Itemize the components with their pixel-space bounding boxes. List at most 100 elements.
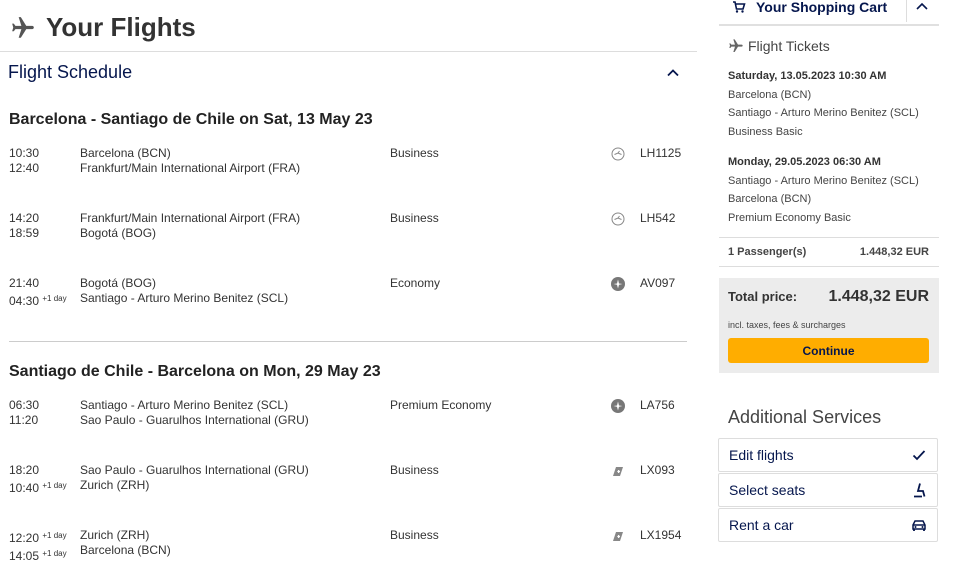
select-seats-button[interactable]: Select seats bbox=[718, 473, 938, 507]
ticket-date: Monday, 29.05.2023 06:30 AM bbox=[728, 156, 881, 168]
flight-segment: 21:40 04:30 +1 day Bogotá (BOG) Santiago… bbox=[9, 276, 689, 308]
cabin-class: Business bbox=[390, 211, 439, 225]
origin-airport: Sao Paulo - Guarulhos International (GRU… bbox=[80, 463, 309, 477]
segment-times: 06:30 11:20 bbox=[9, 398, 79, 428]
origin-airport: Bogotá (BOG) bbox=[80, 276, 157, 290]
rent-a-car-label: Rent a car bbox=[729, 517, 794, 533]
segment-route: Santiago - Arturo Merino Benitez (SCL) S… bbox=[80, 398, 309, 428]
segment-times: 14:20 18:59 bbox=[9, 211, 79, 241]
shopping-cart-header[interactable]: Your Shopping Cart bbox=[719, 0, 939, 26]
arrival-time-row: 10:40 +1 day bbox=[9, 478, 79, 496]
arrival-time: 11:20 bbox=[9, 413, 39, 427]
edit-flights-button[interactable]: Edit flights bbox=[718, 438, 938, 472]
segment-route: Sao Paulo - Guarulhos International (GRU… bbox=[80, 463, 309, 493]
arrival-time: 10:40 bbox=[9, 481, 40, 495]
chevron-up-icon[interactable] bbox=[915, 0, 929, 14]
flight-tickets-heading: Flight Tickets bbox=[728, 38, 830, 54]
total-note: incl. taxes, fees & surcharges bbox=[728, 320, 846, 330]
plane-icon bbox=[12, 16, 34, 38]
destination-airport: Bogotá (BOG) bbox=[80, 226, 157, 240]
ticket-date: Saturday, 13.05.2023 10:30 AM bbox=[728, 70, 887, 82]
cabin-class: Premium Economy bbox=[390, 398, 492, 412]
segment-route: Zurich (ZRH) Barcelona (BCN) bbox=[80, 528, 171, 558]
segment-times: 12:20 +1 day 14:05 +1 day bbox=[9, 528, 79, 562]
passenger-count: 1 Passenger(s) bbox=[728, 246, 807, 258]
ticket-outbound: Saturday, 13.05.2023 10:30 AM Barcelona … bbox=[728, 67, 919, 141]
segment-times: 10:30 12:40 bbox=[9, 146, 79, 176]
flight-tickets-title: Flight Tickets bbox=[748, 38, 830, 54]
flight-schedule-toggle[interactable]: Flight Schedule bbox=[8, 62, 688, 83]
cabin-class: Business bbox=[390, 146, 439, 160]
passenger-price: 1.448,32 EUR bbox=[859, 246, 929, 258]
plane-icon bbox=[729, 39, 743, 52]
arrival-time: 18:59 bbox=[9, 226, 40, 240]
page-title: Your Flights bbox=[46, 12, 196, 42]
checkmark-icon bbox=[912, 450, 926, 461]
departure-time: 06:30 bbox=[9, 398, 40, 412]
lufthansa-crane-icon bbox=[611, 147, 625, 161]
arrival-time-row: 14:05 +1 day bbox=[9, 546, 79, 562]
star-alliance-icon bbox=[611, 399, 625, 413]
departure-time: 14:20 bbox=[9, 211, 40, 225]
flight-number: LH542 bbox=[640, 211, 676, 225]
passenger-summary: 1 Passenger(s) 1.448,32 EUR bbox=[719, 237, 939, 267]
arrival-time: 12:40 bbox=[9, 161, 40, 175]
segment-route: Frankfurt/Main International Airport (FR… bbox=[80, 211, 300, 241]
arrival-time: 04:30 bbox=[9, 294, 40, 308]
ticket-fare: Business Basic bbox=[728, 125, 803, 138]
ticket-fare: Premium Economy Basic bbox=[728, 211, 851, 224]
swiss-icon bbox=[613, 467, 623, 476]
total-row: Total price: 1.448,32 EUR bbox=[728, 288, 929, 306]
header-divider bbox=[0, 51, 697, 52]
rent-a-car-button[interactable]: Rent a car bbox=[718, 508, 938, 542]
arrival-time: 14:05 bbox=[9, 549, 40, 562]
flight-segment: 14:20 18:59 Frankfurt/Main International… bbox=[9, 211, 689, 243]
destination-airport: Sao Paulo - Guarulhos International (GRU… bbox=[80, 413, 309, 427]
total-price-box: Total price: 1.448,32 EUR incl. taxes, f… bbox=[719, 278, 939, 373]
total-label: Total price: bbox=[728, 289, 798, 304]
edit-flights-label: Edit flights bbox=[729, 447, 794, 463]
car-icon bbox=[912, 520, 926, 531]
destination-airport: Zurich (ZRH) bbox=[80, 478, 150, 492]
departure-time-row: 12:20 +1 day bbox=[9, 528, 79, 546]
flight-segment: 12:20 +1 day 14:05 +1 day Zurich (ZRH) B… bbox=[9, 528, 689, 562]
journey-title-return: Santiago de Chile - Barcelona on Mon, 29… bbox=[9, 363, 381, 380]
destination-airport: Santiago - Arturo Merino Benitez (SCL) bbox=[80, 291, 289, 305]
flight-number: LA756 bbox=[640, 398, 675, 412]
departure-time: 21:40 bbox=[9, 276, 40, 290]
flight-number: AV097 bbox=[640, 276, 676, 290]
ticket-origin: Santiago - Arturo Merino Benitez (SCL) bbox=[728, 174, 919, 187]
cabin-class: Business bbox=[390, 463, 439, 477]
origin-airport: Santiago - Arturo Merino Benitez (SCL) bbox=[80, 398, 289, 412]
flight-segment: 06:30 11:20 Santiago - Arturo Merino Ben… bbox=[9, 398, 689, 430]
flight-segment: 10:30 12:40 Barcelona (BCN) Frankfurt/Ma… bbox=[9, 146, 689, 178]
departure-time: 10:30 bbox=[9, 146, 40, 160]
chevron-up-icon[interactable] bbox=[666, 66, 680, 80]
swiss-icon bbox=[613, 532, 623, 541]
continue-button[interactable]: Continue bbox=[728, 338, 929, 363]
seat-icon bbox=[914, 483, 926, 498]
star-alliance-icon bbox=[611, 277, 625, 291]
cabin-class: Economy bbox=[390, 276, 441, 290]
arrival-day-offset: +1 day bbox=[42, 481, 67, 490]
flight-number: LX093 bbox=[640, 463, 675, 477]
lufthansa-crane-icon bbox=[611, 212, 625, 226]
total-amount: 1.448,32 EUR bbox=[828, 288, 929, 305]
header-separator bbox=[906, 0, 907, 22]
origin-airport: Zurich (ZRH) bbox=[80, 528, 150, 542]
ticket-origin: Barcelona (BCN) bbox=[728, 88, 812, 101]
shopping-cart-title: Your Shopping Cart bbox=[756, 0, 888, 15]
journey-title-outbound: Barcelona - Santiago de Chile on Sat, 13… bbox=[9, 111, 373, 128]
destination-airport: Barcelona (BCN) bbox=[80, 543, 171, 557]
arrival-day-offset: +1 day bbox=[42, 549, 67, 558]
destination-airport: Frankfurt/Main International Airport (FR… bbox=[80, 161, 301, 175]
segment-times: 21:40 04:30 +1 day bbox=[9, 276, 79, 309]
select-seats-label: Select seats bbox=[729, 482, 806, 498]
page-header: Your Flights bbox=[10, 12, 196, 43]
cart-icon bbox=[733, 1, 746, 13]
ticket-inbound: Monday, 29.05.2023 06:30 AM Santiago - A… bbox=[728, 153, 919, 227]
journey-divider bbox=[9, 341, 687, 342]
segment-route: Barcelona (BCN) Frankfurt/Main Internati… bbox=[80, 146, 300, 176]
arrival-day-offset: +1 day bbox=[42, 294, 67, 303]
flight-schedule-title: Flight Schedule bbox=[8, 62, 133, 82]
